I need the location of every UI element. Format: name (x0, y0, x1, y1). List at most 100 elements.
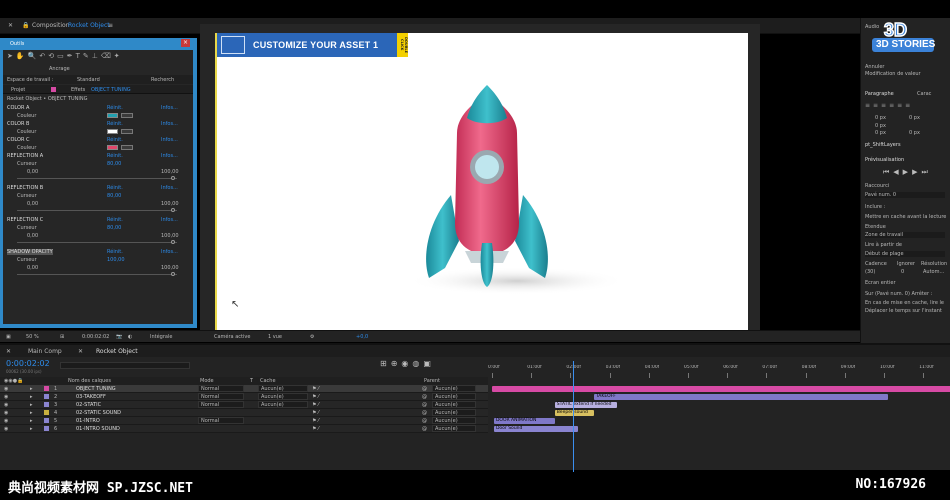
label-color-chip[interactable] (44, 426, 49, 431)
expand-icon[interactable]: ▸ (30, 402, 33, 408)
preview-panel-title[interactable]: Prévisualisation (865, 157, 904, 163)
color-swatch[interactable] (107, 129, 118, 134)
undo-label[interactable]: Annuler (865, 64, 884, 70)
exposure-value[interactable]: +0,0 (356, 334, 368, 340)
framerate-select[interactable]: (30) (865, 269, 875, 275)
shortcut-select[interactable]: Pavé num. 0 (865, 192, 945, 198)
expand-icon[interactable]: ▸ (30, 410, 33, 416)
slider-knob[interactable] (171, 240, 175, 244)
col-t[interactable]: T (250, 378, 253, 384)
label-color-chip[interactable] (44, 394, 49, 399)
space-after[interactable]: 0 px (909, 130, 920, 136)
color-swatch[interactable] (107, 145, 118, 150)
hamburger-icon[interactable]: ≡ (108, 22, 113, 29)
eraser-tool-icon[interactable]: ⌫ (101, 52, 114, 60)
reset-link[interactable]: Réinit. (107, 121, 123, 127)
skip-select[interactable]: 0 (901, 269, 904, 275)
table-row[interactable]: ◉ ▸ 4 02-STATIC SOUND ⚑ ⁄ @ Aucun(e) (0, 409, 488, 417)
switches-icon[interactable]: ⚑ ⁄ (312, 394, 319, 400)
visibility-icon[interactable]: ◉ (4, 394, 8, 400)
table-row[interactable]: ◉ ▸ 1 OBJECT TUNING Normal Aucun(e) ⚑ ⁄ @ Aucun(… (0, 385, 488, 393)
visibility-icon[interactable]: ◉ (4, 402, 8, 408)
playhead[interactable] (573, 361, 575, 472)
search-input[interactable] (60, 362, 190, 369)
pickwhip-icon[interactable]: @ (422, 426, 427, 432)
effect-color-c[interactable]: COLOR C Réinit. Infos... (3, 136, 193, 144)
range-select[interactable]: Zone de travail (865, 232, 945, 238)
visibility-icon[interactable]: ◉ (4, 386, 8, 392)
tab-effects-layer[interactable]: OBJECT TUNING (91, 87, 131, 93)
pen-tool-icon[interactable]: ✒ (67, 52, 76, 60)
expand-icon[interactable]: ▸ (30, 386, 33, 392)
camera-select[interactable]: Caméra active (214, 334, 250, 340)
indent-right[interactable]: 0 px (909, 115, 920, 121)
slider-knob[interactable] (171, 208, 175, 212)
info-link[interactable]: Infos... (161, 121, 178, 127)
brush-tool-icon[interactable]: ✎ (83, 52, 92, 60)
tab-main-comp[interactable]: Main Comp (28, 348, 62, 355)
lock-icon[interactable]: 🔒 (22, 22, 29, 29)
pickwhip-icon[interactable]: @ (422, 410, 427, 416)
info-link[interactable]: Infos... (161, 137, 178, 143)
layer-duration-bar[interactable]: DOOR ANIMATION (493, 418, 555, 424)
close-icon[interactable]: ✕ (6, 348, 11, 355)
eyedropper-icon[interactable] (121, 145, 133, 150)
tab-rocket-object[interactable]: Rocket Object (96, 348, 138, 355)
eyedropper-icon[interactable] (121, 113, 133, 118)
reset-link[interactable]: Réinit. (107, 217, 123, 223)
effect-reflection-b[interactable]: REFLECTION B Réinit. Infos... (3, 184, 193, 192)
zoom-tool-icon[interactable]: 🔍 (28, 52, 40, 60)
effect-color-a[interactable]: COLOR A Réinit. Infos... (3, 104, 193, 112)
close-icon[interactable]: ✕ (78, 348, 83, 355)
tab-effects[interactable]: Effets (71, 87, 85, 93)
indent-first[interactable]: 0 px (875, 123, 886, 129)
info-link[interactable]: Infos... (161, 249, 178, 255)
effect-shadow-opacity[interactable]: SHADOW OPACITY Réinit. Infos... (3, 248, 193, 256)
label-color-chip[interactable] (44, 386, 49, 391)
switches-icon[interactable]: ⚑ ⁄ (312, 386, 319, 392)
info-link[interactable]: Infos... (161, 217, 178, 223)
layer-name[interactable]: 02-STATIC SOUND (76, 410, 121, 416)
layer-name[interactable]: 02-STATIC (76, 402, 101, 408)
stop-option-move[interactable]: Déplacer le temps sur l'instant (865, 308, 942, 314)
effect-reflection-a[interactable]: REFLECTION A Réinit. Infos... (3, 152, 193, 160)
col-cache[interactable]: Cache (260, 378, 276, 384)
expand-icon[interactable]: ▸ (30, 426, 33, 432)
paragraph-panel-title[interactable]: Paragraphe (865, 91, 894, 97)
grid-icon[interactable]: ⊞ (60, 334, 64, 340)
label-color-chip[interactable] (44, 418, 49, 423)
slider-value[interactable]: 80,00 (107, 193, 121, 199)
composition-tab-name[interactable]: Rocket Object (68, 22, 110, 29)
current-time[interactable]: 0:00:02:02 (6, 359, 50, 368)
table-row[interactable]: ◉ ▸ 6 01-INTRO SOUND ⚑ ⁄ @ Aucun(e) (0, 425, 488, 433)
info-link[interactable]: Infos... (161, 105, 178, 111)
pickwhip-icon[interactable]: @ (422, 418, 427, 424)
selection-tool-icon[interactable]: ➤ (7, 52, 16, 60)
reset-link[interactable]: Réinit. (107, 249, 123, 255)
close-panel-button[interactable]: × (181, 39, 190, 47)
slider-value[interactable]: 100,00 (107, 257, 125, 263)
expand-icon[interactable]: ▸ (30, 418, 33, 424)
clone-tool-icon[interactable]: ⊥ (92, 52, 101, 60)
layer-name[interactable]: 01-INTRO (76, 418, 100, 424)
resolution-select[interactable]: Intégrale (150, 334, 172, 340)
reset-link[interactable]: Réinit. (107, 185, 123, 191)
table-row[interactable]: ◉ ▸ 3 02-STATIC Normal Aucun(e) ⚑ ⁄ @ Aucun(e) (0, 401, 488, 409)
switches-icon[interactable]: ⚑ ⁄ (312, 410, 319, 416)
playback-controls[interactable]: ⏮◀▶▶⏭ (883, 168, 932, 177)
composition-canvas[interactable]: CUSTOMIZE YOUR ASSET 1 DOUBLE CLICK ↖ (215, 33, 748, 330)
switches-icon[interactable]: ⚑ ⁄ (312, 402, 319, 408)
composition-viewer[interactable]: CUSTOMIZE YOUR ASSET 1 DOUBLE CLICK ↖ (200, 24, 760, 330)
views-select[interactable]: 1 vue (268, 334, 282, 340)
pickwhip-icon[interactable]: @ (422, 402, 427, 408)
layer-name[interactable]: OBJECT TUNING (76, 386, 116, 392)
rotate-tool-icon[interactable]: ↶ (39, 52, 48, 60)
text-tool-icon[interactable]: T (76, 52, 83, 60)
tab-project[interactable]: Projet (11, 87, 25, 93)
eyedropper-icon[interactable] (121, 129, 133, 134)
label-color-chip[interactable] (44, 410, 49, 415)
space-before[interactable]: 0 px (875, 130, 886, 136)
layer-duration-bar[interactable] (492, 386, 950, 392)
composition-tab-prefix[interactable]: Composition (32, 22, 69, 29)
pickwhip-icon[interactable]: @ (422, 386, 427, 392)
